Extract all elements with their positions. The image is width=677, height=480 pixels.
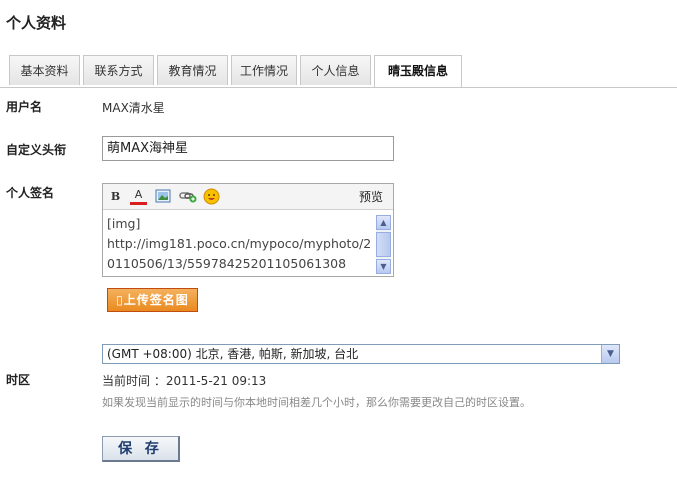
- timezone-select[interactable]: (GMT +08:00) 北京, 香港, 帕斯, 新加坡, 台北 ▼: [102, 344, 620, 364]
- upload-signature-button[interactable]: ▯上传签名图: [107, 288, 198, 312]
- tab-basic-info[interactable]: 基本资料: [9, 55, 80, 85]
- upload-doc-icon: ▯: [116, 293, 124, 307]
- signature-textarea[interactable]: [img] http://img181.poco.cn/mypoco/mypho…: [107, 214, 375, 274]
- tab-education[interactable]: 教育情况: [157, 55, 228, 85]
- chevron-down-icon[interactable]: ▼: [601, 345, 619, 363]
- save-button[interactable]: 保 存: [102, 436, 180, 462]
- scroll-up-arrow-icon[interactable]: ▲: [376, 215, 391, 230]
- current-time: 当前时间 ：2011-5-21 09:13: [102, 374, 267, 388]
- image-icon[interactable]: [154, 188, 171, 205]
- upload-signature-label: 上传签名图: [123, 293, 189, 307]
- scroll-down-arrow-icon[interactable]: ▼: [376, 259, 391, 274]
- username-value: MAX清水星: [102, 101, 165, 115]
- font-color-icon[interactable]: A: [130, 188, 147, 205]
- timezone-label: 时区: [6, 373, 31, 387]
- username-label: 用户名: [6, 100, 43, 114]
- custom-title-input[interactable]: 萌MAX海神星: [102, 136, 394, 161]
- signature-label: 个人签名: [6, 186, 55, 200]
- timezone-selected-value: (GMT +08:00) 北京, 香港, 帕斯, 新加坡, 台北: [107, 347, 359, 361]
- scroll-thumb[interactable]: [376, 232, 391, 257]
- link-icon[interactable]: [179, 188, 197, 205]
- tab-qingyudian-info[interactable]: 晴玉殿信息: [374, 55, 462, 87]
- custom-title-label: 自定义头衔: [6, 143, 67, 157]
- timezone-hint: 如果发现当前显示的时间与你本地时间相差几个小时，那么你需要更改自己的时区设置。: [102, 396, 531, 409]
- signature-editor: B A 预览 [img] http://img181.poco.cn/mypoc…: [102, 183, 394, 277]
- editor-toolbar: B A 预览: [103, 184, 393, 210]
- tab-personal-info[interactable]: 个人信息: [300, 55, 371, 85]
- bold-icon[interactable]: B: [107, 188, 124, 205]
- signature-scrollbar[interactable]: ▲ ▼: [376, 215, 391, 274]
- emoticon-icon[interactable]: [203, 188, 220, 205]
- tab-work[interactable]: 工作情况: [231, 55, 297, 85]
- preview-button[interactable]: 预览: [359, 188, 383, 205]
- page-title: 个人资料: [6, 14, 67, 32]
- tab-contact[interactable]: 联系方式: [83, 55, 154, 85]
- tab-bar: 基本资料 联系方式 教育情况 工作情况 个人信息 晴玉殿信息: [0, 55, 677, 88]
